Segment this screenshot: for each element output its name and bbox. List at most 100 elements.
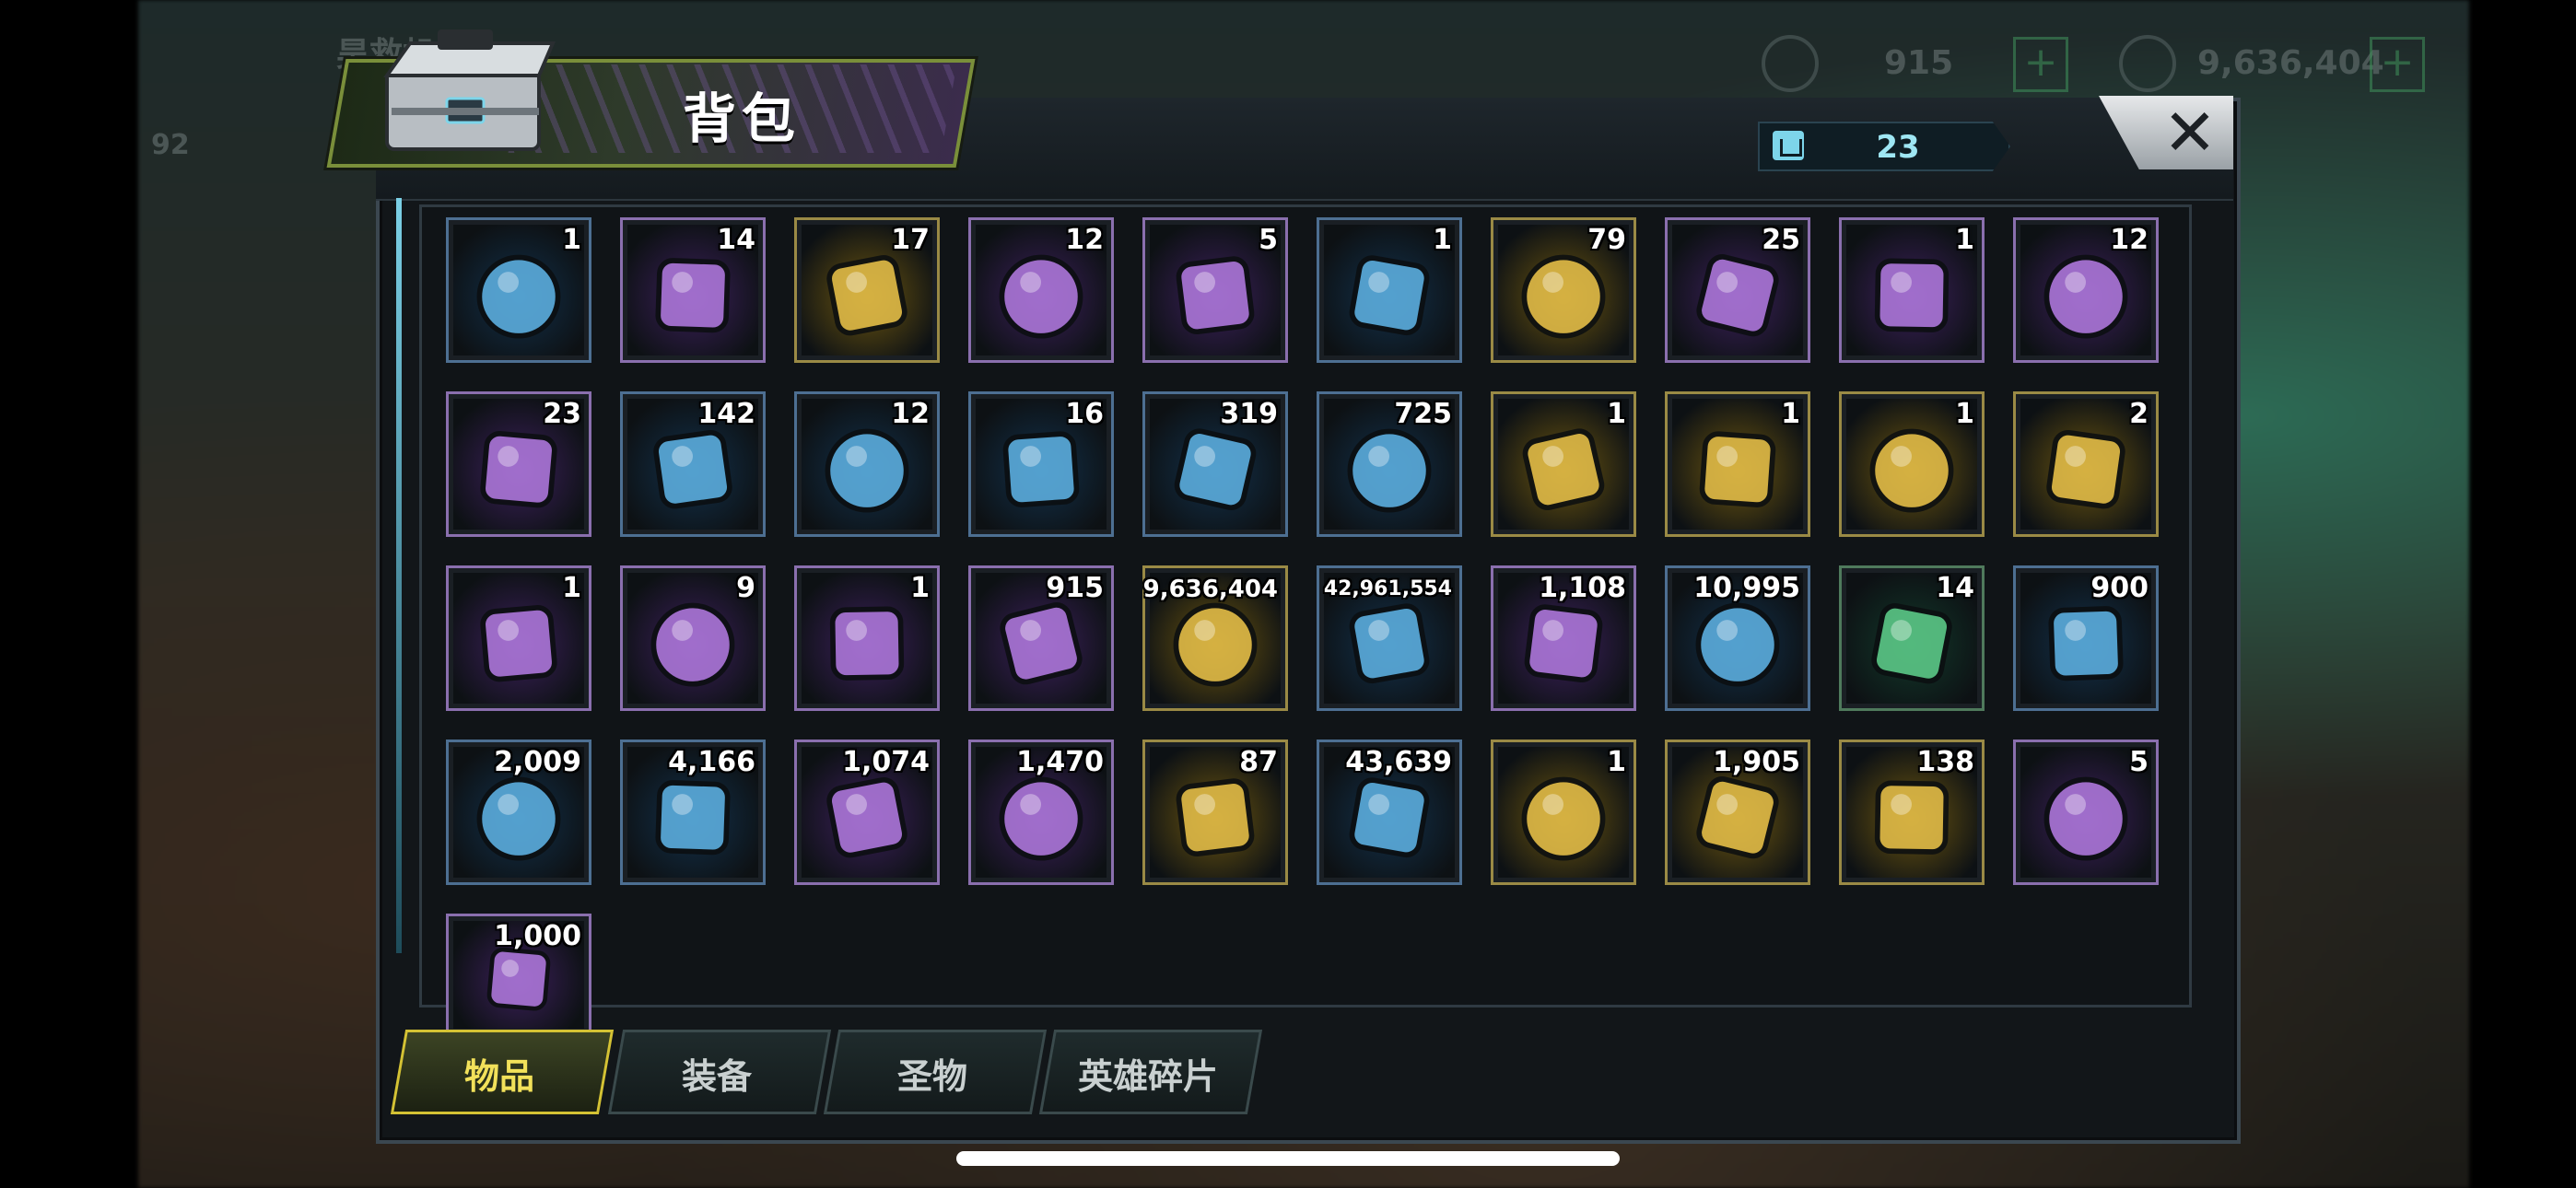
hud-currency-a-icon [1762,35,1819,92]
item-count: 1 [1955,398,1974,430]
item-count: 14 [717,224,755,256]
item-count: 1 [1781,398,1800,430]
item-count: 1 [1433,224,1452,256]
item-count: 12 [1065,224,1104,256]
item-count: 319 [1220,398,1278,430]
window-title: 背包 [682,87,801,150]
item-count: 725 [1394,398,1452,430]
inventory-slot[interactable]: 319 [1142,391,1288,537]
item-count: 1,108 [1539,572,1626,604]
capacity-counter: 23 [1758,122,2010,171]
item-count: 915 [1046,572,1104,604]
inventory-slot[interactable]: 900 [2013,565,2159,711]
inventory-slot[interactable]: 5 [1142,217,1288,363]
tab-hero-shards-label[interactable]: 英雄碎片 [1047,1048,1249,1099]
panel-left-accent [396,198,402,953]
inventory-slot[interactable]: 4,166 [620,740,766,885]
inventory-slot[interactable]: 1 [1491,391,1636,537]
item-count: 2,009 [494,746,581,778]
capacity-value: 23 [1876,129,1920,166]
inventory-slot[interactable]: 14 [1839,565,1985,711]
item-count: 4,166 [668,746,755,778]
inventory-slot[interactable]: 42,961,554 [1317,565,1462,711]
item-count: 1 [1607,746,1626,778]
inventory-slot[interactable]: 915 [968,565,1114,711]
bag-chest-icon [383,29,556,151]
item-count: 1 [562,572,581,604]
item-count: 1,905 [1713,746,1800,778]
item-count: 14 [1936,572,1974,604]
tab-items-label[interactable]: 物品 [398,1048,601,1099]
item-count: 25 [1762,224,1800,256]
item-count: 16 [1065,398,1104,430]
item-count: 1,000 [494,920,581,952]
item-count: 1 [910,572,930,604]
inventory-slot[interactable]: 23 [446,391,591,537]
inventory-slot[interactable]: 10,995 [1665,565,1810,711]
inventory-slot[interactable]: 1 [1665,391,1810,537]
item-count: 23 [543,398,581,430]
item-count: 5 [1259,224,1278,256]
inventory-slot[interactable]: 87 [1142,740,1288,885]
inventory-slot[interactable]: 2 [2013,391,2159,537]
inventory-slot[interactable]: 1,470 [968,740,1114,885]
inventory-slot[interactable]: 9 [620,565,766,711]
item-count: 1,470 [1016,746,1104,778]
close-icon[interactable]: ✕ [2147,96,2233,169]
item-count: 43,639 [1345,746,1452,778]
item-count: 1 [1955,224,1974,256]
item-count: 79 [1587,224,1626,256]
item-count: 142 [697,398,755,430]
inventory-slot[interactable]: 9,636,404 [1142,565,1288,711]
inventory-slot[interactable]: 1 [1839,217,1985,363]
hud-add-currency-b-button: + [2370,37,2425,92]
inventory-slot[interactable]: 142 [620,391,766,537]
inventory-slot[interactable]: 16 [968,391,1114,537]
inventory-slot[interactable]: 12 [2013,217,2159,363]
item-count: 1 [1607,398,1626,430]
inventory-slot[interactable]: 2,009 [446,740,591,885]
inventory-slot[interactable]: 1 [794,565,940,711]
storage-icon [1773,131,1804,160]
inventory-slot[interactable]: 12 [968,217,1114,363]
inventory-slot[interactable]: 1 [1491,740,1636,885]
item-count: 87 [1239,746,1278,778]
item-count: 900 [2090,572,2149,604]
inventory-slot[interactable]: 14 [620,217,766,363]
inventory-slot[interactable]: 1 [446,217,591,363]
inventory-slot[interactable]: 43,639 [1317,740,1462,885]
hud-currency-b: 9,636,404 [2197,44,2384,82]
hud-level: 92 [151,129,190,161]
item-count: 1,074 [842,746,930,778]
inventory-slot[interactable]: 17 [794,217,940,363]
hud-currency-b-icon [2119,35,2176,92]
item-count: 5 [2129,746,2149,778]
tab-equipment-label[interactable]: 装备 [615,1048,818,1099]
inventory-slot[interactable]: 79 [1491,217,1636,363]
inventory-slot[interactable]: 1,905 [1665,740,1810,885]
inventory-slot[interactable]: 12 [794,391,940,537]
inventory-slot[interactable]: 1,000 [446,914,591,1033]
inventory-slot[interactable]: 1,074 [794,740,940,885]
item-count: 42,961,554 [1323,577,1452,600]
item-count: 9 [736,572,755,604]
item-count: 138 [1916,746,1974,778]
hud-add-currency-a-button: + [2013,37,2068,92]
inventory-slot[interactable]: 725 [1317,391,1462,537]
item-count: 10,995 [1693,572,1800,604]
home-indicator [956,1151,1620,1166]
hud-currency-a: 915 [1884,44,1954,82]
item-count: 2 [2129,398,2149,430]
inventory-slot[interactable]: 1,108 [1491,565,1636,711]
item-count: 12 [891,398,930,430]
tab-relics-label[interactable]: 圣物 [831,1048,1034,1099]
inventory-slot[interactable]: 5 [2013,740,2159,885]
inventory-slot[interactable]: 25 [1665,217,1810,363]
inventory-slot[interactable]: 1 [1839,391,1985,537]
inventory-slot[interactable]: 1 [446,565,591,711]
item-count: 9,636,404 [1142,576,1278,603]
item-count: 12 [2110,224,2149,256]
inventory-slot[interactable]: 1 [1317,217,1462,363]
inventory-slot[interactable]: 138 [1839,740,1985,885]
item-count: 1 [562,224,581,256]
